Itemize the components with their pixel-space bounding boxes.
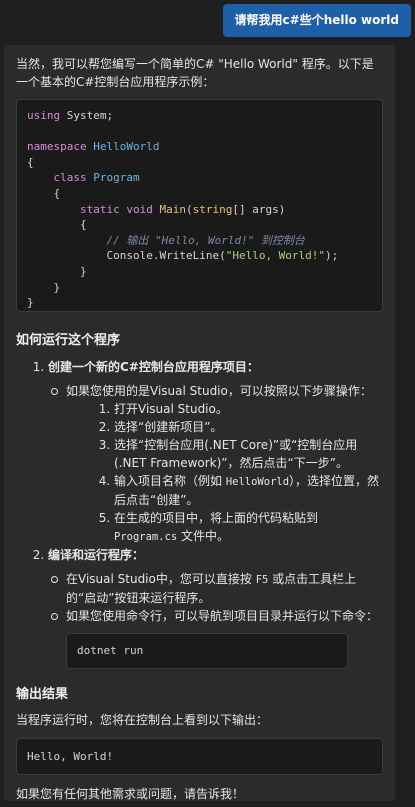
code-main-fn: Main (159, 202, 186, 216)
code-namespace-name: HelloWorld (93, 140, 160, 154)
code-class-kw: class (53, 171, 87, 185)
code-console-call: Console.WriteLine( (106, 249, 226, 263)
code-using: using (27, 109, 61, 122)
code-main-args: [] args) (232, 202, 286, 216)
code-brace: } (79, 264, 87, 278)
output-heading: 输出结果 (16, 687, 69, 702)
command-text: dotnet run (77, 644, 144, 657)
csharp-code-block: using System; namespace HelloWorld { cla… (16, 99, 383, 312)
vs-step4-pre: 输入项目名称（例如 (114, 474, 226, 488)
vs-step5-pre: 在生成的项目中，将上面的代码粘贴到 (114, 511, 319, 525)
code-brace: { (27, 155, 34, 169)
user-message-bubble: 请帮我用c#些个hello world (222, 4, 411, 37)
command-code-block: dotnet run (66, 633, 348, 669)
code-class-name: Program (93, 171, 140, 185)
code-brace: } (53, 280, 61, 294)
inline-code-program-cs: Program.cs (114, 531, 178, 543)
code-string-kw: string (192, 202, 233, 216)
vs-step: 选择“控制台应用(.NET Core)”或“控制台应用(.NET Framewo… (114, 436, 383, 472)
vs-step: 打开Visual Studio。 (114, 400, 383, 418)
code-brace: { (53, 186, 61, 200)
vs-run-pre: 在Visual Studio中，您可以直接按 (66, 572, 256, 586)
closing-text: 如果您有任何其他需求或问题，请告诉我！ (16, 787, 245, 801)
code-brace: { (79, 218, 87, 232)
code-call-end: ); (325, 249, 339, 263)
vs-step5-post: 文件中。 (177, 529, 230, 543)
vs-intro: 如果您使用的是Visual Studio，可以按照以下步骤操作： (66, 384, 372, 398)
code-brace: } (27, 296, 34, 310)
answer-intro: 当然，我可以帮您编写一个简单的C# "Hello World" 程序。以下是一个… (16, 57, 374, 89)
vs-step: 输入项目名称（例如 HelloWorld），选择位置，然后点击“创建”。 (114, 472, 383, 509)
vs-run-instruction: 在Visual Studio中，您可以直接按 F5 或点击工具栏上的“启动”按钮… (51, 570, 383, 607)
code-system: System; (60, 109, 114, 122)
inline-code-helloworld: HelloWorld (225, 476, 290, 488)
vs-steps-list: 打开Visual Studio。 选择“创建新项目”。 选择“控制台应用(.NE… (66, 400, 383, 546)
vs-instructions: 如果您使用的是Visual Studio，可以按照以下步骤操作： 打开Visua… (51, 382, 383, 546)
code-hello-string: "Hello, World!" (225, 249, 326, 263)
code-static-kw: static (79, 202, 120, 216)
step-create-project: 创建一个新的C#控制台应用程序项目： 如果您使用的是Visual Studio，… (48, 358, 383, 546)
code-comment: // 输出 "Hello, World!" 到控制台 (106, 233, 305, 247)
cmd-run-instruction: 如果您使用命令行，可以导航到项目目录并运行以下命令： dotnet run (51, 607, 383, 669)
output-intro: 当程序运行时，您将在控制台上看到以下输出： (16, 713, 269, 727)
run-steps-list: 创建一个新的C#控制台应用程序项目： 如果您使用的是Visual Studio，… (16, 358, 383, 669)
how-to-run-heading: 如何运行这个程序 (16, 333, 121, 348)
assistant-answer: 当然，我可以帮您编写一个简单的C# "Hello World" 程序。以下是一个… (4, 45, 395, 801)
code-namespace-kw: namespace (27, 140, 87, 154)
vs-step: 在生成的项目中，将上面的代码粘贴到 Program.cs 文件中。 (114, 509, 383, 546)
output-code-block: Hello, World! (16, 738, 383, 775)
step1-title: 创建一个新的C#控制台应用程序项目： (48, 360, 259, 374)
vs-step: 选择“创建新项目”。 (114, 418, 383, 436)
cmd-run-text: 如果您使用命令行，可以导航到项目目录并运行以下命令： (66, 609, 379, 623)
code-void-kw: void (126, 202, 153, 216)
inline-code-f5: F5 (255, 574, 269, 586)
user-message-text: 请帮我用c#些个hello world (234, 13, 399, 27)
step2-title: 编译和运行程序： (48, 548, 145, 562)
step-compile-run: 编译和运行程序： 在Visual Studio中，您可以直接按 F5 或点击工具… (48, 546, 383, 669)
output-text: Hello, World! (27, 750, 114, 763)
